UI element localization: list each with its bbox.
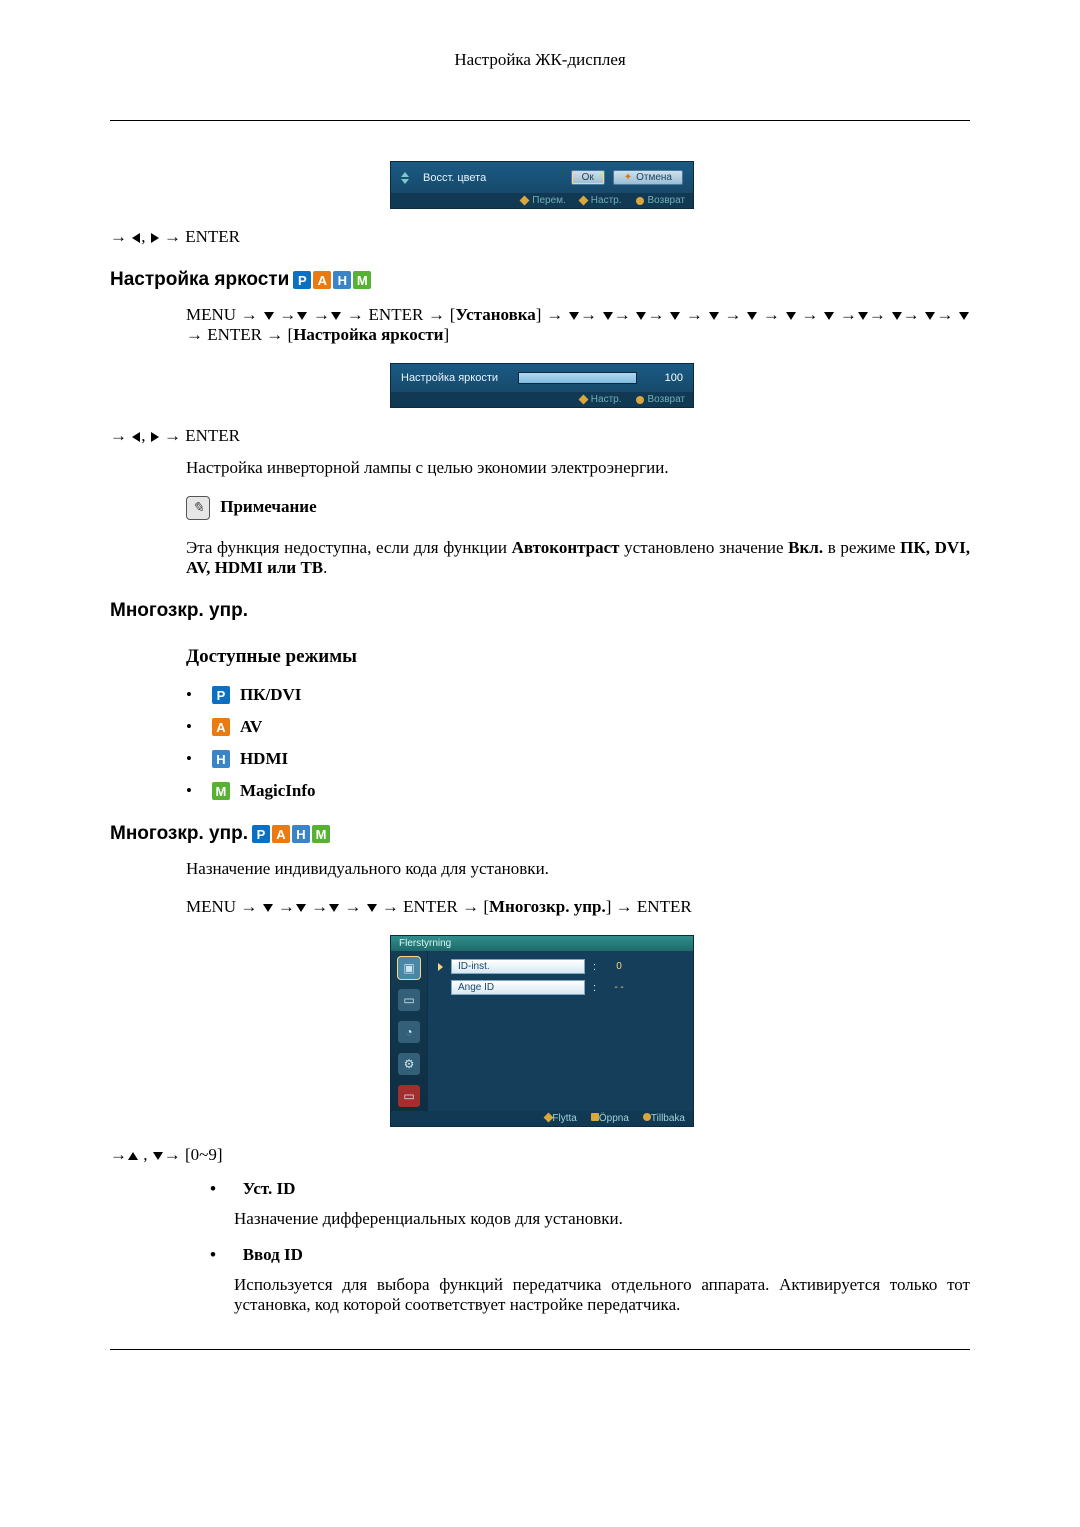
osd-brightness-value: 100 <box>657 372 683 384</box>
badge-a-icon: A <box>272 825 290 843</box>
up-arrow-icon <box>128 1152 138 1160</box>
osd-body: Настройка яркости 100 <box>391 364 693 392</box>
badge-p-icon: P <box>212 686 230 704</box>
osd-menu-head: Flerstyrning <box>391 936 693 951</box>
nav-line-1: → , → ENTER <box>110 227 970 247</box>
section-multi-title: Многозкр. упр. <box>110 600 970 622</box>
badge-h-icon: H <box>212 750 230 768</box>
osd-row-angeid[interactable]: Ange ID : - - <box>438 980 683 995</box>
osd-body: Восст. цвета Ок ✦Отмена <box>391 162 693 193</box>
left-arrow-icon <box>132 432 140 442</box>
page-header: Настройка ЖК-дисплея <box>110 50 970 70</box>
badge-p-icon: P <box>252 825 270 843</box>
nav-line-2: → , → ENTER <box>110 426 970 446</box>
note-icon: ✎ <box>186 496 210 520</box>
header-divider <box>110 120 970 121</box>
osd-cancel-button[interactable]: ✦Отмена <box>613 170 683 185</box>
nav-line-3: → , → [0~9] <box>110 1145 970 1165</box>
footer-divider <box>110 1349 970 1350</box>
modes-list: P ПК/DVI A AV H HDMI M MagicInfo <box>186 685 970 801</box>
mode-item-pc: P ПК/DVI <box>186 685 970 705</box>
osd-color-reset: Восст. цвета Ок ✦Отмена Перем. Настр. Во… <box>390 161 694 209</box>
multi-path: MENU → → → → → ENTER → [Многозкр. упр.] … <box>186 897 970 917</box>
circle-icon <box>643 1113 651 1121</box>
sub-bullet-2: • Ввод ID Используется для выбора функци… <box>210 1245 970 1315</box>
osd-footer: Настр. Возврат <box>391 392 693 407</box>
badge-h-icon: H <box>292 825 310 843</box>
osd-brightness-label: Настройка яркости <box>401 372 498 384</box>
osd-slider-fill <box>519 373 636 383</box>
diamond-icon <box>578 196 588 206</box>
mode-item-hdmi: H HDMI <box>186 749 970 769</box>
right-arrow-icon <box>151 233 159 243</box>
osd-color-label: Восст. цвета <box>423 172 486 184</box>
circle-icon <box>636 197 644 205</box>
diamond-icon <box>520 196 530 206</box>
note-text: Эта функция недоступна, если для функции… <box>186 538 970 578</box>
sub-bullet-1: • Уст. ID Назначение дифференциальных ко… <box>210 1179 970 1229</box>
section-brightness-title: Настройка яркости P A H M <box>110 269 970 291</box>
enter-icon <box>591 1113 599 1121</box>
osd-main: ID-inst. : 0 Ange ID : - - <box>428 951 693 1111</box>
brightness-path: MENU → → → → ENTER → [Установка] → → → →… <box>186 305 970 345</box>
osd-brightness-slider[interactable] <box>518 372 637 384</box>
osd-vert-arrows-icon <box>401 172 409 184</box>
badge-m-icon: M <box>312 825 330 843</box>
osd-side-icon-4[interactable]: ⚙ <box>398 1053 420 1075</box>
circle-icon <box>636 396 644 404</box>
badge-m-icon: M <box>353 271 371 289</box>
note-block: ✎ Примечание <box>186 496 970 520</box>
osd-footer: Перем. Настр. Возврат <box>391 193 693 208</box>
osd-sidebar: ▣ ▭ ◔ ⚙ ▭ <box>391 951 428 1111</box>
diamond-icon <box>578 395 588 405</box>
osd-row-idinst[interactable]: ID-inst. : 0 <box>438 959 683 974</box>
badge-p-icon: P <box>293 271 311 289</box>
osd-side-icon-5[interactable]: ▭ <box>398 1085 420 1107</box>
osd-multi-menu: Flerstyrning ▣ ▭ ◔ ⚙ ▭ ID-inst. : 0 Ange… <box>390 935 694 1127</box>
osd-brightness: Настройка яркости 100 Настр. Возврат <box>390 363 694 408</box>
left-arrow-icon <box>132 233 140 243</box>
badge-a-icon: A <box>313 271 331 289</box>
mode-item-magicinfo: M MagicInfo <box>186 781 970 801</box>
mode-item-av: A AV <box>186 717 970 737</box>
badge-m-icon: M <box>212 782 230 800</box>
osd-side-icon-3[interactable]: ◔ <box>398 1021 420 1043</box>
osd-menu-footer: Flytta Öppna Tillbaka <box>391 1111 693 1126</box>
header-title: Настройка ЖК-дисплея <box>454 50 625 69</box>
right-arrow-icon <box>151 432 159 442</box>
badge-a-icon: A <box>212 718 230 736</box>
osd-ok-button[interactable]: Ок <box>571 170 605 185</box>
osd-side-icon-2[interactable]: ▭ <box>398 989 420 1011</box>
section-multi2-title: Многозкр. упр. P A H M <box>110 823 970 845</box>
down-arrow-icon <box>153 1152 163 1160</box>
row-marker-icon <box>438 963 443 971</box>
available-modes-title: Доступные режимы <box>186 646 970 668</box>
multi-desc: Назначение индивидуального кода для уста… <box>186 859 970 879</box>
osd-side-icon-1[interactable]: ▣ <box>398 957 420 979</box>
brightness-desc: Настройка инверторной лампы с целью экон… <box>186 458 970 478</box>
badge-h-icon: H <box>333 271 351 289</box>
